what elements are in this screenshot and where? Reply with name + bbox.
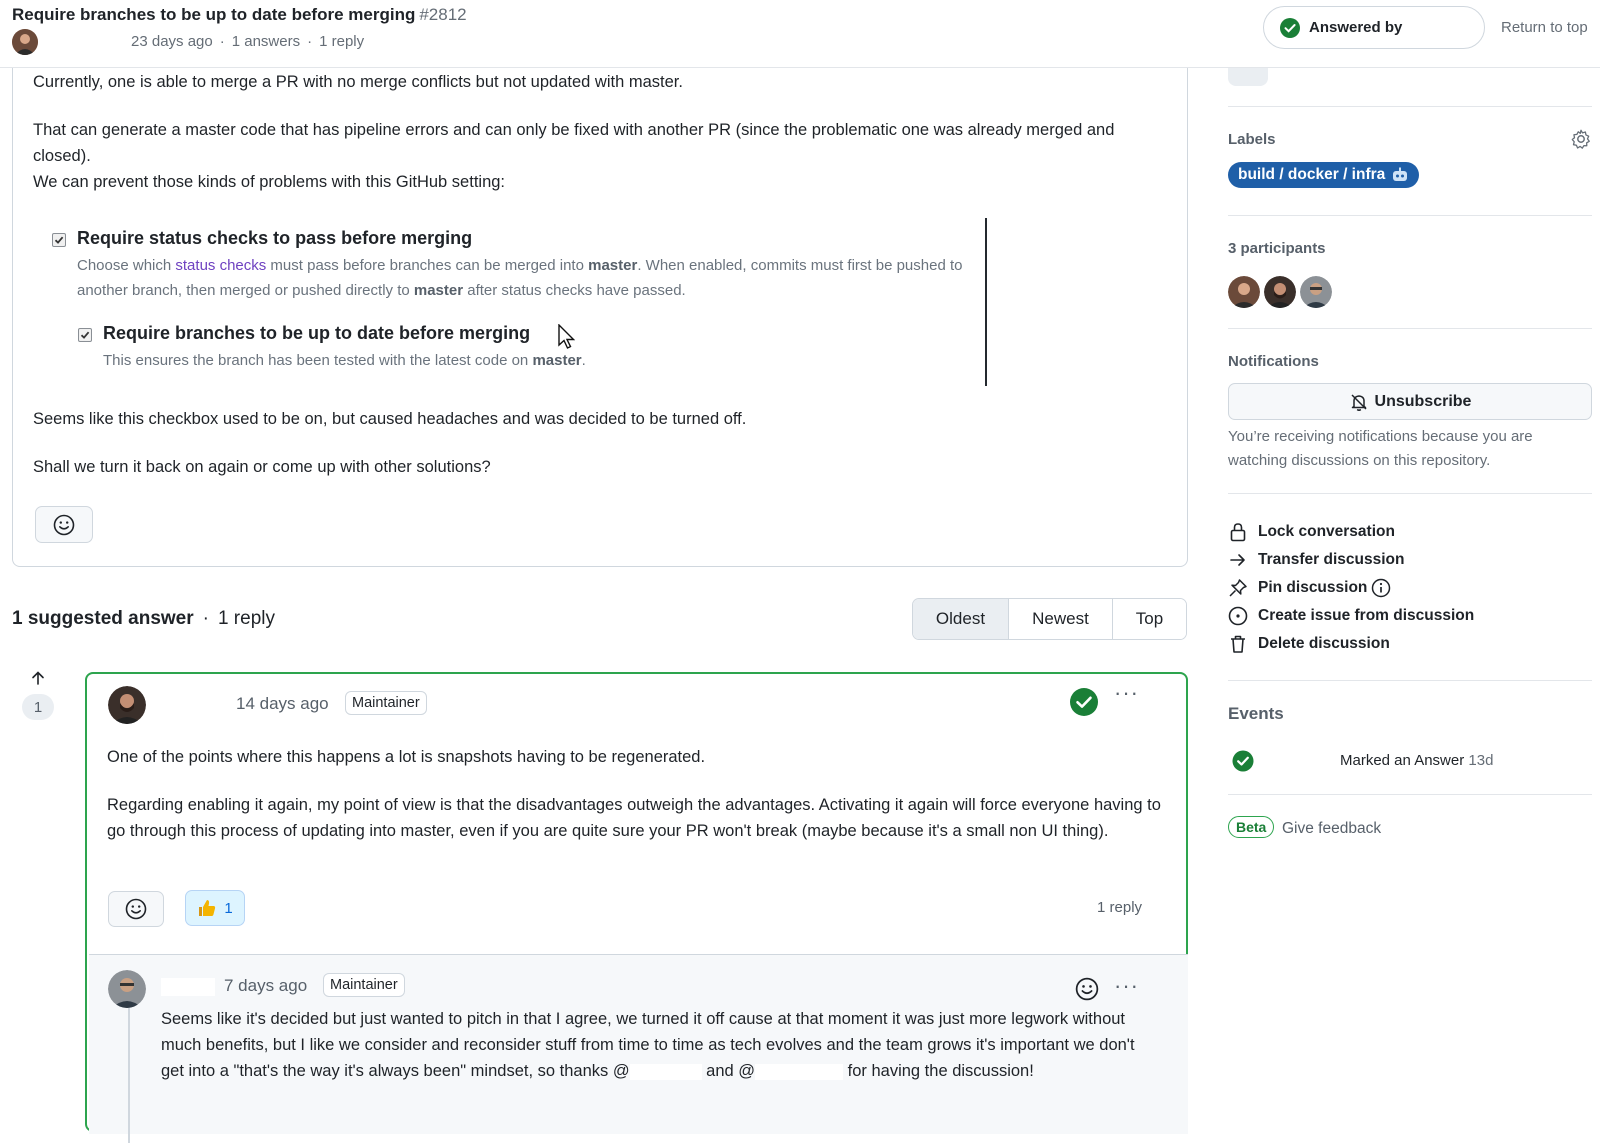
more-options-icon[interactable]: ··· xyxy=(1114,975,1139,997)
labels-heading: Labels xyxy=(1228,131,1276,148)
event-time[interactable]: 13d xyxy=(1468,752,1493,769)
answer-timestamp[interactable]: 14 days ago xyxy=(236,694,329,714)
username-redacted xyxy=(161,978,215,996)
answers-heading: 1 suggested answer · 1 reply xyxy=(12,608,275,629)
sort-top-button[interactable]: Top xyxy=(1113,599,1186,639)
reply-timestamp[interactable]: 7 days ago xyxy=(224,976,307,996)
unsubscribe-button[interactable]: Unsubscribe xyxy=(1228,383,1592,420)
discussion-title: Require branches to be up to date before… xyxy=(12,5,467,24)
delete-discussion-action[interactable]: Delete discussion xyxy=(1228,632,1390,656)
post-paragraph: That can generate a master code that has… xyxy=(33,121,1115,165)
reply-text: Seems like it's decided but just wanted … xyxy=(161,1010,1135,1080)
suggested-answer-card: 14 days ago Maintainer ··· One of the po… xyxy=(85,672,1188,1143)
answer-paragraph: One of the points where this happens a l… xyxy=(107,748,706,766)
sort-oldest-button[interactable]: Oldest xyxy=(913,599,1009,639)
smiley-icon xyxy=(53,514,75,535)
notifications-heading: Notifications xyxy=(1228,353,1319,370)
check-circle-icon xyxy=(1280,17,1300,38)
notification-note: You’re receiving notifications because y… xyxy=(1228,428,1533,469)
transfer-discussion-action[interactable]: Transfer discussion xyxy=(1228,548,1404,572)
accepted-answer-check-icon[interactable] xyxy=(1069,687,1099,722)
setting-title: Require branches to be up to date before… xyxy=(103,323,531,343)
arrow-right-icon xyxy=(1230,554,1245,566)
reaction-count: 1 xyxy=(224,899,233,917)
beta-badge: Beta xyxy=(1228,816,1275,838)
sidebar-divider xyxy=(1228,328,1592,329)
return-to-top-link[interactable]: Return to top xyxy=(1501,19,1588,36)
sidebar-divider xyxy=(1228,215,1592,216)
bell-slash-icon xyxy=(1351,393,1367,411)
lock-icon xyxy=(1230,523,1246,542)
thumbs-up-reaction-button[interactable]: 1 xyxy=(185,890,245,926)
give-feedback-link[interactable]: Give feedback xyxy=(1282,820,1381,838)
trash-icon xyxy=(1231,635,1245,653)
unsubscribe-label: Unsubscribe xyxy=(1374,392,1472,410)
add-reaction-button[interactable] xyxy=(108,891,164,927)
robot-icon xyxy=(1393,167,1408,181)
sidebar-divider xyxy=(1228,680,1592,681)
participants-heading: 3 participants xyxy=(1228,240,1326,257)
issue-opened-icon xyxy=(1228,606,1248,626)
post-paragraph: Shall we turn it back on again or come u… xyxy=(33,458,491,476)
settings-screenshot: Require status checks to pass before mer… xyxy=(51,228,991,388)
upvote-arrow-icon[interactable] xyxy=(30,670,46,691)
events-heading: Events xyxy=(1228,704,1284,723)
maintainer-badge: Maintainer xyxy=(345,691,427,715)
info-icon[interactable] xyxy=(1371,578,1391,598)
event-entry: Marked an Answer 13d xyxy=(1340,752,1494,769)
post-paragraph: Currently, one is able to merge a PR wit… xyxy=(33,73,683,91)
answered-by-pill[interactable]: Answered by xyxy=(1263,6,1485,49)
sidebar-divider xyxy=(1228,794,1592,795)
checkbox-checked-icon xyxy=(78,328,92,342)
label-build-docker-infra[interactable]: build / docker / infra xyxy=(1228,162,1420,188)
setting-description: Choose which status checks must pass bef… xyxy=(77,257,963,299)
more-options-icon[interactable]: ··· xyxy=(1114,682,1139,704)
answered-by-label: Answered by xyxy=(1309,19,1403,36)
reply-count: 1 reply xyxy=(1097,899,1143,916)
checkbox-checked-icon xyxy=(52,233,66,247)
sticky-header: Require branches to be up to date before… xyxy=(0,0,1600,68)
participant-avatar[interactable] xyxy=(1228,276,1260,308)
sidebar-divider xyxy=(1228,493,1592,494)
pin-icon xyxy=(1229,579,1247,597)
post-paragraph: Seems like this checkbox used to be on, … xyxy=(33,410,747,428)
answer-paragraph: Regarding enabling it again, my point of… xyxy=(107,796,1161,840)
lock-conversation-action[interactable]: Lock conversation xyxy=(1228,520,1395,544)
setting-description: This ensures the branch has been tested … xyxy=(103,352,586,369)
sort-newest-button[interactable]: Newest xyxy=(1009,599,1113,639)
avatar[interactable] xyxy=(12,29,38,55)
participant-avatar[interactable] xyxy=(1264,276,1296,308)
vote-count: 1 xyxy=(22,694,54,720)
mention-redacted[interactable] xyxy=(629,1063,702,1080)
maintainer-badge: Maintainer xyxy=(323,973,405,997)
participant-avatar[interactable] xyxy=(1300,276,1332,308)
setting-title: Require status checks to pass before mer… xyxy=(77,228,473,248)
gear-icon[interactable] xyxy=(1570,128,1592,155)
add-reaction-button[interactable] xyxy=(35,506,93,543)
reply-thread: 7 days ago Maintainer ··· Seems like it'… xyxy=(89,954,1188,1143)
check-circle-icon xyxy=(1232,750,1254,777)
create-issue-action[interactable]: Create issue from discussion xyxy=(1228,604,1474,628)
post-paragraph: We can prevent those kinds of problems w… xyxy=(33,173,506,191)
answer-sort-group: Oldest Newest Top xyxy=(912,598,1187,640)
thumbs-up-icon xyxy=(199,900,216,916)
smiley-icon[interactable] xyxy=(1075,977,1099,1006)
avatar[interactable] xyxy=(108,686,146,724)
thread-line xyxy=(128,1003,130,1143)
pin-discussion-action[interactable]: Pin discussion xyxy=(1228,576,1391,600)
discussion-body-card: Currently, one is able to merge a PR wit… xyxy=(12,40,1188,567)
discussion-meta: 23 days ago · 1 answers · 1 reply xyxy=(131,33,365,50)
screenshot-divider xyxy=(985,218,987,386)
mention-redacted[interactable] xyxy=(755,1063,844,1080)
sidebar-divider xyxy=(1228,106,1592,107)
smiley-icon xyxy=(125,898,147,920)
avatar[interactable] xyxy=(108,970,146,1008)
